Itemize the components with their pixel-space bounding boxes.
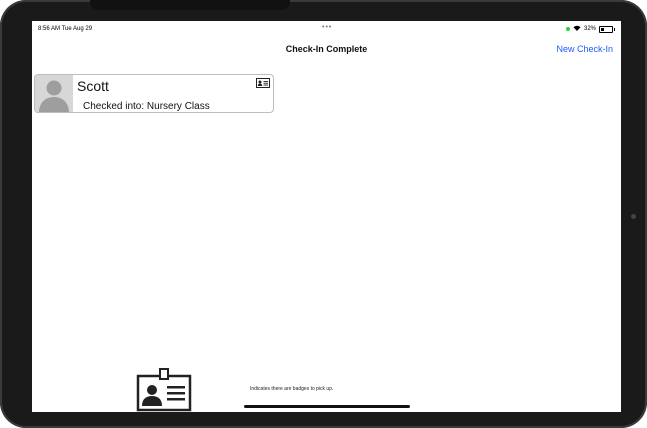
- avatar: [35, 75, 73, 112]
- page-title: Check-In Complete: [285, 44, 368, 54]
- status-time: 8:56 AM Tue Aug 29: [38, 26, 93, 32]
- home-indicator[interactable]: [244, 405, 410, 408]
- ipad-frame: 8:56 AM Tue Aug 29 ••• 32% Check-In Comp…: [0, 0, 647, 428]
- camera-icon: [631, 214, 636, 219]
- badge-legend-text: Indicates there are badges to pick up.: [250, 386, 334, 392]
- battery-icon: [599, 25, 613, 33]
- id-badge-icon: [136, 368, 192, 412]
- new-check-in-button[interactable]: New Check-In: [556, 44, 613, 54]
- battery-percent: 32%: [583, 26, 596, 32]
- multitasking-dots-icon[interactable]: •••: [322, 24, 332, 31]
- app-screen: 8:56 AM Tue Aug 29 ••• 32% Check-In Comp…: [32, 21, 621, 412]
- status-indicators: 32%: [565, 25, 615, 33]
- id-badge-icon: [256, 78, 270, 88]
- device-top-edge: [90, 0, 290, 10]
- checkin-status: Checked into: Nursery Class: [83, 101, 210, 112]
- wifi-icon: [573, 25, 581, 33]
- status-bar: 8:56 AM Tue Aug 29 ••• 32%: [32, 21, 621, 35]
- person-silhouette-icon: [39, 80, 69, 112]
- battery-level: [601, 27, 604, 31]
- child-name: Scott: [77, 78, 109, 94]
- checkin-card[interactable]: Scott Checked into: Nursery Class: [34, 74, 274, 113]
- battery-tip: [614, 27, 615, 31]
- privacy-dot-icon: [565, 27, 570, 31]
